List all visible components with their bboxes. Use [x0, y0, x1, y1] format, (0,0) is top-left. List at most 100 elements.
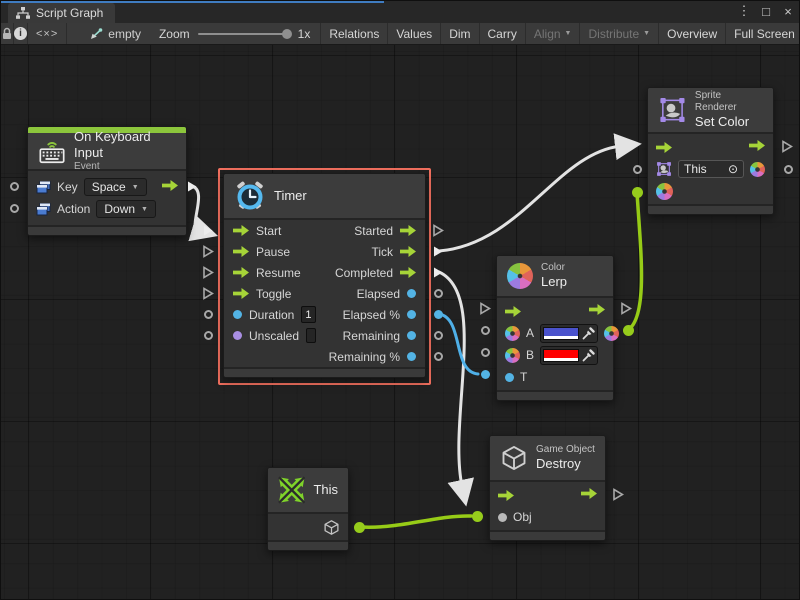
port-setcolor-flow-in[interactable] [628, 139, 642, 153]
graph-connection-icon [89, 28, 103, 40]
color-b-swatch[interactable] [543, 349, 579, 362]
port-destroy-flow-in[interactable] [466, 487, 480, 501]
port-keyboard-key-in[interactable] [7, 179, 21, 193]
color-b-field[interactable] [540, 346, 598, 365]
align-button: Align▼ [526, 23, 581, 44]
port-label: Elapsed [357, 287, 400, 301]
object-picker-icon[interactable]: ⊙ [728, 162, 738, 176]
port-timer-toggle-in[interactable] [201, 286, 215, 300]
maximize-icon[interactable]: □ [757, 4, 775, 19]
script-graph-window: Script Graph ⋮ □ × <×> empty Zoom 1x Rel… [0, 0, 800, 600]
color-a-swatch[interactable] [543, 327, 579, 340]
port-label: Unscaled [249, 329, 299, 343]
port-timer-unscaled-in[interactable] [201, 328, 215, 342]
node-on-keyboard-input[interactable]: On Keyboard Input Event Key Space▼ Actio… [27, 126, 187, 236]
node-destroy[interactable]: Game Object Destroy Obj [489, 435, 606, 541]
overview-button[interactable]: Overview [659, 23, 726, 44]
port-timer-resume-in[interactable] [201, 265, 215, 279]
zoom-slider-handle[interactable] [282, 29, 292, 39]
port-this-out[interactable] [352, 520, 366, 534]
node-set-color[interactable]: Sprite Renderer Set Color This⊙ [647, 87, 774, 215]
port-lerp-b-in[interactable] [478, 345, 492, 359]
flow-in-arrow-icon [233, 267, 249, 278]
port-keyboard-action-in[interactable] [7, 201, 21, 215]
wire-elapsed-pct-to-t[interactable] [439, 314, 478, 374]
chevron-down-icon: ▼ [565, 30, 572, 37]
close-icon[interactable]: × [779, 4, 797, 19]
tab-script-graph[interactable]: Script Graph [8, 3, 115, 23]
value-port-icon [407, 289, 416, 298]
node-this[interactable]: This [267, 467, 349, 551]
relations-button[interactable]: Relations [320, 23, 388, 44]
code-view-button[interactable]: <×> [28, 23, 67, 44]
flow-in-arrow-icon [656, 142, 672, 153]
port-timer-started-out[interactable] [431, 223, 445, 237]
chevron-down-icon: ▼ [643, 30, 650, 37]
port-setcolor-flow-out[interactable] [780, 139, 794, 153]
flow-out-arrow-icon [589, 304, 605, 318]
fullscreen-button[interactable]: Full Screen [726, 23, 800, 44]
port-setcolor-target-out[interactable] [781, 162, 795, 176]
port-timer-completed-out[interactable] [431, 265, 445, 279]
node-footer [268, 540, 348, 550]
node-footer [28, 225, 186, 235]
flow-out-arrow-icon [581, 488, 597, 502]
port-timer-elapsed-pct-out[interactable] [431, 307, 445, 321]
eyedropper-icon[interactable] [582, 327, 595, 340]
port-timer-tick-out[interactable] [431, 244, 445, 258]
value-port-icon [498, 513, 507, 522]
value-port-icon [407, 310, 416, 319]
zoom-slider[interactable] [198, 33, 290, 35]
action-dropdown[interactable]: Down▼ [96, 200, 156, 218]
node-color-lerp[interactable]: Color Lerp A B T [496, 255, 614, 401]
node-category: Sprite Renderer [695, 90, 763, 114]
window-menu-icon[interactable]: ⋮ [735, 3, 753, 19]
port-label: T [520, 370, 527, 384]
eyedropper-icon[interactable] [582, 349, 595, 362]
port-timer-elapsed-out[interactable] [431, 286, 445, 300]
port-setcolor-target-in[interactable] [630, 162, 644, 176]
port-lerp-result-out[interactable] [621, 323, 635, 337]
port-lerp-a-in[interactable] [478, 323, 492, 337]
port-label: Started [354, 224, 393, 238]
port-lerp-t-in[interactable] [478, 367, 492, 381]
color-a-field[interactable] [540, 324, 598, 343]
node-timer[interactable]: Timer Start Pause Resume Toggle Duration… [223, 173, 426, 378]
port-timer-remaining-pct-out[interactable] [431, 349, 445, 363]
graph-canvas[interactable]: On Keyboard Input Event Key Space▼ Actio… [1, 45, 800, 600]
dim-button[interactable]: Dim [441, 23, 479, 44]
port-timer-remaining-out[interactable] [431, 328, 445, 342]
chevron-down-icon: ▼ [132, 184, 139, 191]
port-timer-start-in[interactable] [201, 223, 215, 237]
lock-button[interactable] [1, 23, 14, 44]
color-in-port-icon [656, 183, 673, 200]
info-button[interactable] [14, 23, 28, 44]
zoom-label: Zoom [159, 27, 190, 41]
wire-completed-to-destroy[interactable] [439, 272, 464, 486]
port-destroy-obj-in[interactable] [470, 509, 484, 523]
port-lerp-flow-in[interactable] [478, 301, 492, 315]
port-label: Toggle [256, 287, 291, 301]
graph-reference[interactable]: empty [81, 23, 149, 44]
port-timer-pause-in[interactable] [201, 244, 215, 258]
wire-this-to-obj[interactable] [361, 516, 471, 527]
wire-tick-to-setcolor[interactable] [439, 146, 621, 251]
port-keyboard-flow-out[interactable] [185, 179, 199, 193]
graph-name-label: empty [108, 27, 141, 41]
port-destroy-flow-out[interactable] [611, 487, 625, 501]
zoom-value: 1x [298, 27, 311, 41]
port-setcolor-color-in[interactable] [630, 185, 644, 199]
key-dropdown[interactable]: Space▼ [84, 178, 147, 196]
action-label: Action [57, 202, 90, 216]
game-object-cube-icon [500, 444, 528, 472]
carry-button[interactable]: Carry [480, 23, 526, 44]
target-object-field[interactable]: This⊙ [678, 160, 744, 178]
port-timer-duration-in[interactable] [201, 307, 215, 321]
keyboard-icon [38, 138, 66, 165]
values-button[interactable]: Values [388, 23, 441, 44]
node-title: Destroy [536, 456, 595, 472]
sprite-port-icon [656, 161, 672, 177]
node-footer [224, 367, 425, 377]
port-lerp-flow-out[interactable] [619, 301, 633, 315]
port-label: A [526, 326, 534, 340]
